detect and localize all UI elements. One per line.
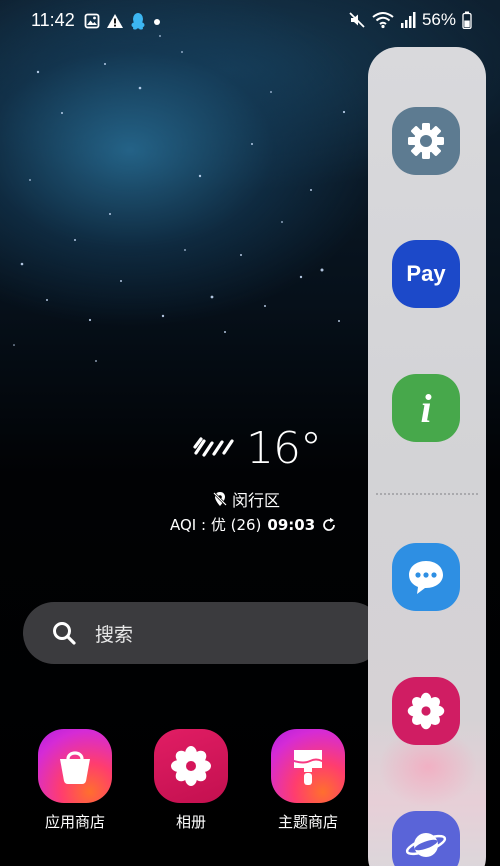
location-name: 闵行区 (232, 491, 281, 510)
gallery-flower-icon (154, 729, 228, 803)
battery-icon (462, 11, 472, 29)
qq-icon (131, 13, 145, 30)
battery-percentage: 56% (421, 10, 456, 29)
refresh-icon[interactable] (321, 517, 337, 533)
gallery-icon (84, 13, 100, 29)
planet-icon (405, 833, 447, 857)
search-icon (53, 622, 76, 645)
gear-icon (408, 123, 444, 159)
aqi-value: AQI : 优 (26) (170, 516, 262, 534)
info-icon: i (420, 385, 432, 431)
app-label: 主题商店 (277, 813, 338, 831)
signal-icon (400, 12, 416, 28)
weather-temperature: 16° (246, 423, 322, 474)
dot-icon (154, 19, 160, 25)
status-left-icons (84, 12, 162, 30)
app-label: 应用商店 (44, 813, 105, 831)
search-bar[interactable]: 搜索 (23, 602, 383, 664)
edge-gallery-app[interactable] (392, 677, 460, 745)
wifi-icon (372, 12, 394, 29)
mute-icon (349, 12, 365, 28)
app-store-app[interactable]: 应用商店 (30, 729, 120, 832)
edge-settings-app[interactable] (392, 107, 460, 175)
weather-updated-time: 09:03 (267, 515, 316, 534)
search-label: 搜索 (95, 623, 134, 646)
edge-pay-app[interactable]: Pay (392, 240, 460, 308)
location-off-icon (213, 492, 227, 506)
store-icon (38, 729, 112, 803)
flower-icon (407, 692, 445, 730)
edge-divider (376, 493, 478, 495)
edge-panel[interactable]: Pay i (368, 47, 486, 866)
theme-store-app[interactable]: 主题商店 (263, 729, 353, 832)
status-bar: 11:42 56% (0, 0, 500, 44)
alert-icon (107, 14, 123, 28)
chat-bubble-icon (409, 561, 443, 594)
theme-brush-icon (271, 729, 345, 803)
weather-widget[interactable]: 16° 闵行区 AQI : 优 (26) 09:03 (170, 423, 340, 545)
weather-aqi-row: AQI : 优 (26) 09:03 (170, 514, 337, 535)
app-label: 相册 (175, 813, 206, 831)
status-right-icons: 56% (348, 10, 472, 30)
edge-messages-app[interactable] (392, 543, 460, 611)
weather-location: 闵行区 (212, 487, 280, 511)
status-time: 11:42 (31, 10, 75, 30)
weather-logo-icon (193, 437, 234, 457)
gallery-app[interactable]: 相册 (146, 729, 236, 832)
pay-icon: Pay (406, 261, 446, 286)
edge-tips-app[interactable]: i (392, 374, 460, 442)
edge-internet-app[interactable] (392, 811, 460, 866)
